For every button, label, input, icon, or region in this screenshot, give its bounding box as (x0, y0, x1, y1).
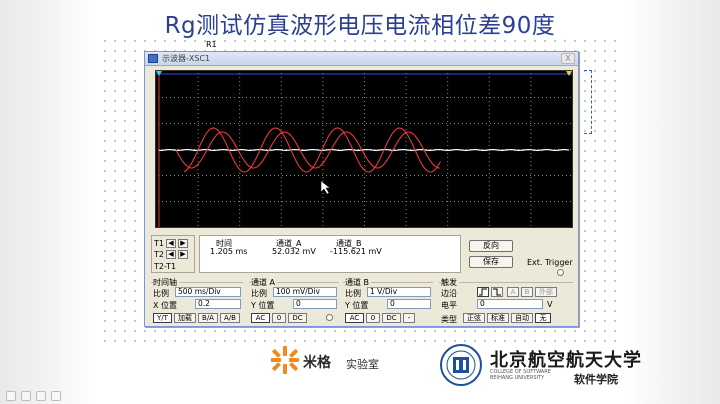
slide-title: Rg测试仿真波形电压电流相位差90度 (164, 13, 556, 39)
channel-a-ac-button[interactable]: AC (251, 313, 270, 323)
save-button[interactable]: 保存 (469, 256, 513, 268)
trigger-type-normal-button[interactable]: 标准 (487, 313, 509, 323)
slide-menu-icon[interactable] (36, 391, 46, 401)
mige-logo-name: 米格 (303, 355, 331, 371)
buaa-logo-english: COLLEGE OF SOFTWARE BEIHANG UNIVERSITY (490, 369, 551, 381)
window-titlebar[interactable]: 示波器-XSC1 X (145, 52, 578, 66)
buaa-seal-icon (440, 344, 482, 386)
mode-ba-button[interactable]: B/A (198, 313, 218, 323)
previous-slide-icon[interactable] (6, 391, 16, 401)
trigger-source-a-button[interactable]: A (507, 287, 519, 297)
t1-left-button[interactable]: ◀ (166, 239, 176, 248)
trigger-group: 触发 边沿 A B 外部 电平 0 V 类型 正弦 标准 自动 无 (439, 277, 573, 325)
channel-b-minus-button[interactable]: - (403, 313, 415, 323)
timebase-xpos-label: X 位置 (153, 301, 178, 310)
trigger-level-field[interactable]: 0 (477, 299, 543, 309)
trigger-title: 触发 (441, 277, 459, 288)
channel-a-zero-button[interactable]: 0 (272, 313, 286, 323)
slide-left-band (0, 0, 92, 404)
cursor-panel: T1 ◀ ▶ T2 ◀ ▶ T2-T1 (151, 235, 195, 273)
window-title: 示波器-XSC1 (162, 54, 211, 63)
mode-add-button[interactable]: 加载 (174, 313, 196, 323)
trigger-level-unit: V (547, 300, 553, 309)
trigger-level-label: 电平 (441, 301, 457, 310)
t2-label: T2 (154, 250, 164, 259)
channel-b-ypos-label: Y 位置 (345, 301, 369, 310)
selection-marker (584, 70, 592, 134)
trigger-source-b-button[interactable]: B (521, 287, 533, 297)
mige-logo-icon (271, 346, 299, 374)
channel-b-scale-field[interactable]: 1 V/Div (367, 287, 431, 297)
channel-b-ac-button[interactable]: AC (345, 313, 364, 323)
channel-a-group: 通道 A 比例 100 mV/Div Y 位置 0 AC 0 DC (249, 277, 339, 325)
mode-ab-button[interactable]: A/B (220, 313, 240, 323)
trigger-type-label: 类型 (441, 315, 457, 324)
trigger-type-auto-button[interactable]: 自动 (511, 313, 533, 323)
resistor-label: R1 (206, 40, 217, 49)
timebase-group: 时间轴 比例 500 ms/Div X 位置 0.2 Y/T 加载 B/A A/… (151, 277, 243, 325)
t1-right-button[interactable]: ▶ (178, 239, 188, 248)
trigger-source-ext-button[interactable]: 外部 (535, 287, 557, 297)
t1-label: T1 (154, 239, 164, 248)
mode-yt-button[interactable]: Y/T (153, 313, 172, 323)
rising-edge-icon[interactable] (477, 287, 489, 297)
buaa-logo-subtitle: 软件学院 (574, 373, 618, 386)
channel-b-dc-button[interactable]: DC (382, 313, 401, 323)
close-button[interactable]: X (561, 53, 575, 64)
timebase-xpos-field[interactable]: 0.2 (195, 299, 241, 309)
ext-trigger-label: Ext. Trigger (527, 258, 573, 267)
channel-a-ypos-label: Y 位置 (251, 301, 275, 310)
waveform-display (156, 71, 572, 227)
channel-b-ypos-field[interactable]: 0 (387, 299, 431, 309)
t2-left-button[interactable]: ◀ (166, 250, 176, 259)
channel-a-scale-field[interactable]: 100 mV/Div (273, 287, 337, 297)
channel-b-zero-button[interactable]: 0 (366, 313, 380, 323)
ext-trigger-radio[interactable] (557, 269, 564, 276)
timebase-scale-label: 比例 (153, 289, 169, 298)
t2-right-button[interactable]: ▶ (178, 250, 188, 259)
trigger-type-sine-button[interactable]: 正弦 (463, 313, 485, 323)
readout-time-value: 1.205 ms (210, 247, 248, 256)
channel-b-trace (158, 148, 570, 152)
next-slide-icon[interactable] (51, 391, 61, 401)
channel-a-scale-label: 比例 (251, 289, 267, 298)
measurement-readout: 时间 通道_A 通道_B 1.205 ms 52.032 mV -115.621… (199, 235, 461, 273)
trigger-edge-label: 边沿 (441, 289, 457, 298)
channel-b-group: 通道 B 比例 1 V/Div Y 位置 0 AC 0 DC - (343, 277, 433, 325)
oscilloscope-window[interactable]: 示波器-XSC1 X T1 ◀ ▶ T2 ◀ ▶ T2-T1 时间 通道_A 通… (144, 51, 579, 327)
oscilloscope-screen[interactable] (155, 70, 573, 228)
channel-a-dc-button[interactable]: DC (288, 313, 307, 323)
reverse-button[interactable]: 反向 (469, 240, 513, 252)
slide-right-band (628, 0, 720, 404)
readout-channel-b-value: -115.621 mV (330, 247, 382, 256)
slideshow-toolbar (6, 386, 66, 401)
channel-a-radio[interactable] (326, 314, 333, 321)
trigger-type-none-button[interactable]: 无 (535, 313, 551, 323)
t2-t1-label: T2-T1 (154, 262, 177, 271)
timebase-scale-field[interactable]: 500 ms/Div (175, 287, 241, 297)
pen-icon[interactable] (21, 391, 31, 401)
channel-a-ypos-field[interactable]: 0 (293, 299, 337, 309)
buaa-english-line-2: BEIHANG UNIVERSITY (490, 375, 545, 381)
readout-channel-a-value: 52.032 mV (272, 247, 316, 256)
channel-b-scale-label: 比例 (345, 289, 361, 298)
mige-logo-subtitle: 实验室 (346, 358, 379, 371)
mouse-pointer-icon (320, 180, 331, 195)
falling-edge-icon[interactable] (491, 287, 503, 297)
oscilloscope-icon (148, 54, 158, 63)
